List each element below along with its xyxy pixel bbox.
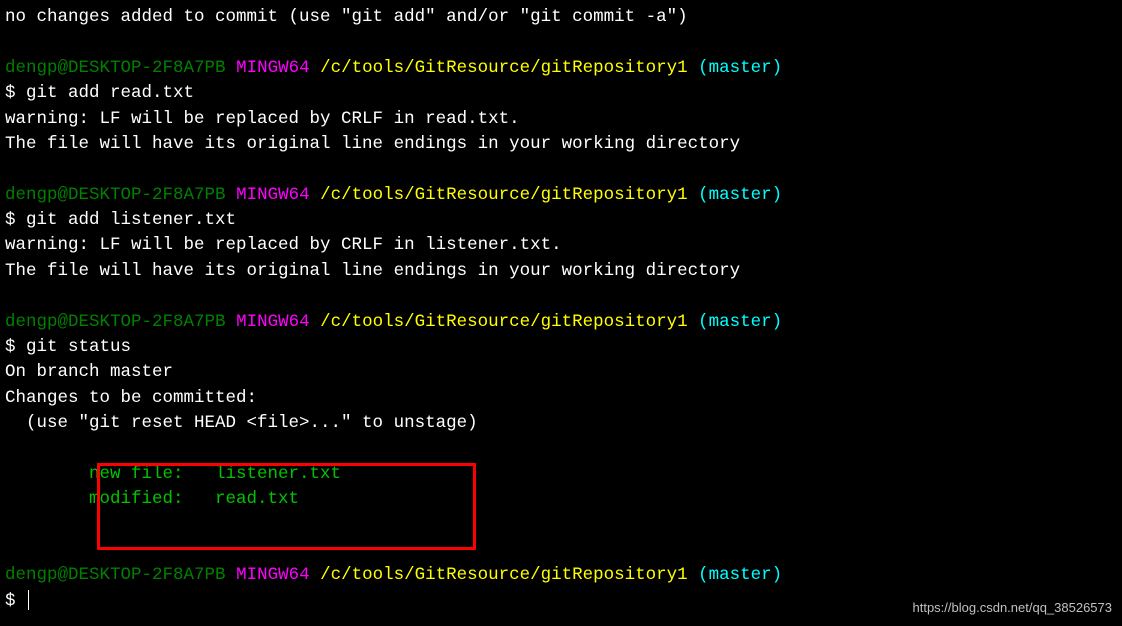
prompt-branch: (master) [698, 312, 782, 332]
command-git-add-read: git add read.txt [26, 83, 194, 103]
warning-line-endings-2: The file will have its original line end… [5, 259, 1117, 284]
prompt-user: dengp@DESKTOP-2F8A7PB [5, 185, 226, 205]
empty-line [5, 513, 1117, 538]
prompt-path: /c/tools/GitResource/gitRepository1 [320, 312, 688, 332]
empty-line [5, 157, 1117, 182]
status-new-file: new file: listener.txt [5, 462, 1117, 487]
prompt-mingw: MINGW64 [236, 185, 310, 205]
watermark-text: https://blog.csdn.net/qq_38526573 [913, 599, 1113, 618]
warning-crlf-listener: warning: LF will be replaced by CRLF in … [5, 233, 1117, 258]
prompt-path: /c/tools/GitResource/gitRepository1 [320, 565, 688, 585]
prompt-path: /c/tools/GitResource/gitRepository1 [320, 185, 688, 205]
prompt-line-3: dengp@DESKTOP-2F8A7PB MINGW64 /c/tools/G… [5, 310, 1117, 335]
status-modified-file: modified: read.txt [5, 487, 1117, 512]
prompt-path: /c/tools/GitResource/gitRepository1 [320, 58, 688, 78]
prompt-line-1: dengp@DESKTOP-2F8A7PB MINGW64 /c/tools/G… [5, 56, 1117, 81]
warning-line-endings-1: The file will have its original line end… [5, 132, 1117, 157]
prompt-branch: (master) [698, 565, 782, 585]
prompt-line-4: dengp@DESKTOP-2F8A7PB MINGW64 /c/tools/G… [5, 563, 1117, 588]
command-line-2: $ git add listener.txt [5, 208, 1117, 233]
prompt-mingw: MINGW64 [236, 58, 310, 78]
prompt-user: dengp@DESKTOP-2F8A7PB [5, 312, 226, 332]
status-on-branch: On branch master [5, 360, 1117, 385]
command-git-status: git status [26, 337, 131, 357]
empty-line [5, 538, 1117, 563]
cursor-icon [28, 590, 29, 609]
command-line-3: $ git status [5, 335, 1117, 360]
status-no-changes: no changes added to commit (use "git add… [5, 5, 1117, 30]
status-changes-committed: Changes to be committed: [5, 386, 1117, 411]
empty-line [5, 30, 1117, 55]
empty-line [5, 436, 1117, 461]
command-git-add-listener: git add listener.txt [26, 210, 236, 230]
terminal-output[interactable]: no changes added to commit (use "git add… [5, 5, 1117, 614]
status-unstage-hint: (use "git reset HEAD <file>..." to unsta… [5, 411, 1117, 436]
empty-line [5, 284, 1117, 309]
prompt-mingw: MINGW64 [236, 312, 310, 332]
prompt-user: dengp@DESKTOP-2F8A7PB [5, 565, 226, 585]
prompt-branch: (master) [698, 185, 782, 205]
warning-crlf-read: warning: LF will be replaced by CRLF in … [5, 107, 1117, 132]
prompt-branch: (master) [698, 58, 782, 78]
prompt-user: dengp@DESKTOP-2F8A7PB [5, 58, 226, 78]
prompt-line-2: dengp@DESKTOP-2F8A7PB MINGW64 /c/tools/G… [5, 183, 1117, 208]
command-line-1: $ git add read.txt [5, 81, 1117, 106]
prompt-mingw: MINGW64 [236, 565, 310, 585]
